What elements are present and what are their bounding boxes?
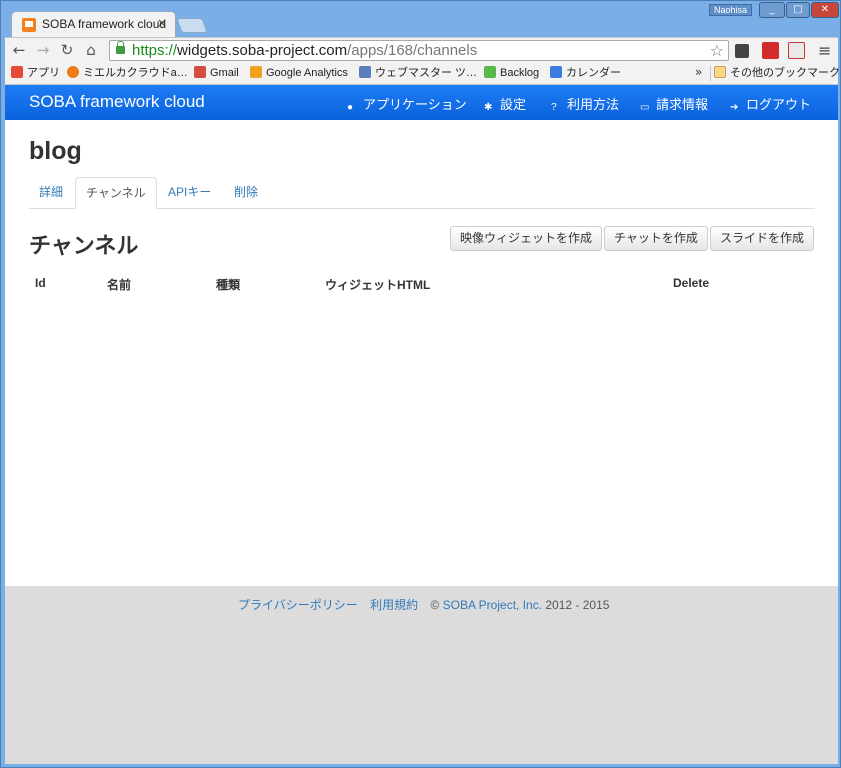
copyright-prefix: © [430,598,443,612]
copyright-years: 2012 - 2015 [542,598,610,612]
create-chat-button[interactable]: チャットを作成 [604,226,708,251]
column-header-delete: Delete [673,276,710,290]
backlog-icon [484,66,496,78]
logout-icon: ➔ [730,102,739,113]
extension-translate-icon[interactable] [788,42,805,59]
globe-icon: ● [347,102,354,113]
privacy-policy-link[interactable]: プライバシーポリシー [238,598,358,612]
bookmarks-overflow-icon[interactable]: » [695,65,702,79]
gear-icon: ✱ [484,102,493,113]
bookmarks-bar: アプリ ミエルカクラウドa… Gmail Google Analytics ウェ… [5,62,840,85]
tab-api-keys[interactable]: APIキー [158,177,221,209]
page-footer: プライバシーポリシー 利用規約 © SOBA Project, Inc. 201… [5,586,838,764]
title-bar: SOBA framework cloud × Naohisa _ □ ✕ [1,1,840,37]
bookmark-star-icon[interactable]: ☆ [710,41,724,60]
folder-icon [714,66,726,78]
extension-red-icon[interactable] [762,42,779,59]
address-bar[interactable]: https://widgets.soba-project.com/apps/16… [109,40,729,61]
footer-links: プライバシーポリシー 利用規約 © SOBA Project, Inc. 201… [238,596,609,613]
tab-details[interactable]: 詳細 [29,177,73,209]
analytics-icon [250,66,262,78]
browser-tab[interactable]: SOBA framework cloud × [11,11,176,37]
tab-title: SOBA framework cloud [42,17,167,31]
lock-icon [116,41,125,54]
tab-channels[interactable]: チャンネル [75,177,157,209]
bookmarks-divider [710,66,711,81]
mieruca-icon [67,66,79,78]
bookmark-item[interactable]: カレンダー [550,65,621,81]
column-header-id: Id [35,276,46,290]
bookmark-item[interactable]: Google Analytics [250,65,348,81]
apps-grid-icon [11,66,23,78]
nav-settings[interactable]: ✱ 設定 [484,94,526,113]
section-title: チャンネル [29,233,139,258]
browser-toolbar: ← → ↻ ⌂ https://widgets.soba-project.com… [5,37,838,62]
url-text: https://widgets.soba-project.com/apps/16… [132,42,478,59]
hamburger-menu-icon[interactable]: ≡ [818,41,831,60]
calendar-icon [550,66,562,78]
nav-logout[interactable]: ➔ ログアウト [730,94,811,113]
gmail-icon [194,66,206,78]
column-header-name: 名前 [107,278,132,292]
bookmark-item[interactable]: ミエルカクラウドa… [67,65,188,81]
question-icon: ? [551,102,557,113]
forward-arrow-icon[interactable]: → [34,41,52,59]
webmaster-icon [359,66,371,78]
create-slide-button[interactable]: スライドを作成 [710,226,815,251]
browser-window: SOBA framework cloud × Naohisa _ □ ✕ ← →… [0,0,841,768]
window-close-button[interactable]: ✕ [811,2,839,18]
bookmark-item[interactable]: ウェブマスター ツ… [359,65,477,81]
nav-usage[interactable]: ? 利用方法 [551,94,619,113]
bookmark-item[interactable]: Backlog [484,65,539,81]
bookmark-item[interactable]: Gmail [194,65,239,81]
bookmark-item[interactable]: アプリ [11,65,60,81]
nav-applications[interactable]: ● アプリケーション [347,94,467,113]
maximize-button[interactable]: □ [786,2,810,18]
back-arrow-icon[interactable]: ← [10,41,28,59]
extension-icon[interactable] [735,44,749,58]
create-video-widget-button[interactable]: 映像ウィジェットを作成 [450,226,603,251]
page-tabs: 詳細 チャンネル APIキー 削除 [29,177,815,209]
credit-card-icon: ▭ [640,102,650,113]
brand-link[interactable]: SOBA framework cloud [29,92,205,112]
home-icon[interactable]: ⌂ [82,41,100,59]
company-link[interactable]: SOBA Project, Inc. [443,598,542,612]
nav-billing[interactable]: ▭ 請求情報 [640,94,708,113]
new-tab-button[interactable] [176,18,208,33]
profile-badge[interactable]: Naohisa [709,4,753,16]
tab-close-icon[interactable]: × [157,16,167,30]
terms-link[interactable]: 利用規約 [370,598,418,612]
reload-icon[interactable]: ↻ [58,41,76,59]
column-header-type: 種類 [216,278,241,292]
other-bookmarks[interactable]: その他のブックマーク [714,65,840,81]
main-content: blog 詳細 チャンネル APIキー 削除 チャンネル 映像ウィジェットを作成… [5,120,838,586]
tab-delete[interactable]: 削除 [224,177,268,209]
column-header-widget-html: ウィジェットHTML [325,278,431,292]
site-favicon-icon [22,18,36,32]
minimize-button[interactable]: _ [759,2,785,18]
app-navbar: SOBA framework cloud ● アプリケーション ✱ 設定 ? 利用方法… [5,85,838,120]
page-title: blog [29,137,82,165]
